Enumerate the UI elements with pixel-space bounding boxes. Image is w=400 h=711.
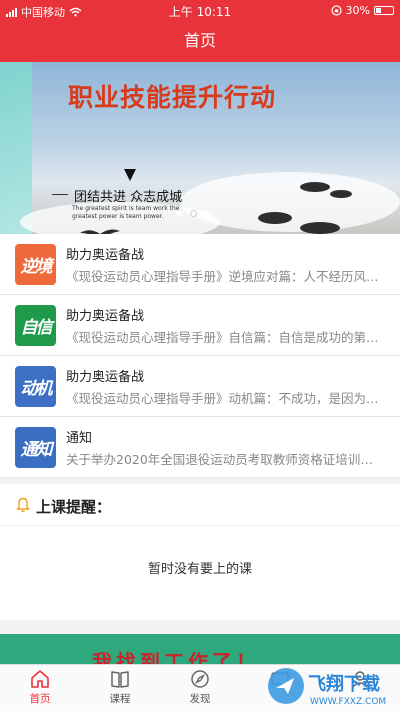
class-reminder-panel: 上课提醒： 暂时没有要上的课 — [0, 484, 400, 620]
bird-icon — [80, 229, 120, 234]
news-icon: 逆境 — [15, 244, 56, 285]
reminder-title: 上课提醒： — [36, 498, 112, 516]
banner-dart-decoration — [124, 169, 136, 181]
list-item[interactable]: 通知 通知 关于举办2020年全国退役运动员考取教师资格证培训班的通知 — [0, 417, 400, 478]
watermark-text: 飞翔下载 — [308, 673, 380, 695]
skydiver-figure — [300, 222, 340, 234]
banner-carousel[interactable]: 职业技能提升行动 团结共进 众志成城 The greatest spirit i… — [0, 62, 400, 234]
news-summary: 《现役运动员心理指导手册》自信篇：自信是成功的第一秘诀 — [66, 330, 384, 345]
tab-discover[interactable]: 发现 — [160, 665, 240, 711]
promo-banner[interactable]: 我找到工作了！ — [0, 634, 400, 664]
site-watermark: 飞翔下载 WWW.FXXZ.COM — [268, 668, 386, 707]
banner-previous-slide-edge — [0, 62, 32, 234]
news-title: 助力奥运备战 — [66, 309, 145, 324]
banner-slogan: 团结共进 众志成城 — [74, 190, 183, 205]
orientation-lock-icon — [330, 5, 342, 16]
list-item[interactable]: 动机 助力奥运备战 《现役运动员心理指导手册》动机篇：不成功，是因为动机不足 — [0, 356, 400, 417]
news-summary: 关于举办2020年全国退役运动员考取教师资格证培训班的通知 — [66, 452, 384, 467]
news-title: 通知 — [66, 431, 93, 446]
news-icon: 自信 — [15, 305, 56, 346]
news-title: 助力奥运备战 — [66, 370, 145, 385]
compass-icon — [191, 670, 209, 688]
list-item[interactable]: 自信 助力奥运备战 《现役运动员心理指导手册》自信篇：自信是成功的第一秘诀 — [0, 295, 400, 356]
news-icon: 通知 — [15, 427, 56, 468]
carousel-dot[interactable] — [204, 210, 211, 217]
reminder-empty-text: 暂时没有要上的课 — [147, 562, 252, 577]
news-title: 助力奥运备战 — [66, 248, 145, 263]
status-bar: 中国移动 上午 10:11 30% — [0, 0, 400, 22]
battery-percent: 30% — [345, 4, 370, 17]
news-list: 逆境 助力奥运备战 《现役运动员心理指导手册》逆境应对篇：人不经历风雨，怎能见彩… — [0, 234, 400, 478]
book-icon — [111, 671, 129, 688]
carousel-dot[interactable] — [176, 210, 183, 217]
carousel-dots — [176, 210, 211, 217]
skydiver-figure — [300, 182, 330, 192]
page-title: 首页 — [0, 22, 400, 62]
news-summary: 《现役运动员心理指导手册》动机篇：不成功，是因为动机不足 — [66, 391, 384, 406]
watermark-url: WWW.FXXZ.COM — [310, 697, 386, 707]
battery-icon — [374, 6, 394, 15]
tab-courses[interactable]: 课程 — [80, 665, 160, 711]
tab-label: 课程 — [109, 693, 131, 705]
list-item[interactable]: 逆境 助力奥运备战 《现役运动员心理指导手册》逆境应对篇：人不经历风雨，怎能见彩… — [0, 234, 400, 295]
tab-label: 发现 — [189, 693, 211, 705]
promo-banner-text: 我找到工作了！ — [92, 650, 260, 664]
news-icon: 动机 — [15, 366, 56, 407]
home-icon — [31, 670, 49, 688]
tab-home[interactable]: 首页 — [0, 665, 80, 711]
skydiver-figure — [330, 190, 352, 198]
news-summary: 《现役运动员心理指导手册》逆境应对篇：人不经历风雨，怎能见彩虹 — [66, 269, 384, 284]
skydiver-figure — [258, 212, 292, 224]
tab-label: 首页 — [29, 693, 51, 705]
carousel-dot-active[interactable] — [190, 210, 197, 217]
bell-icon — [16, 497, 30, 513]
banner-title: 职业技能提升行动 — [68, 83, 277, 112]
